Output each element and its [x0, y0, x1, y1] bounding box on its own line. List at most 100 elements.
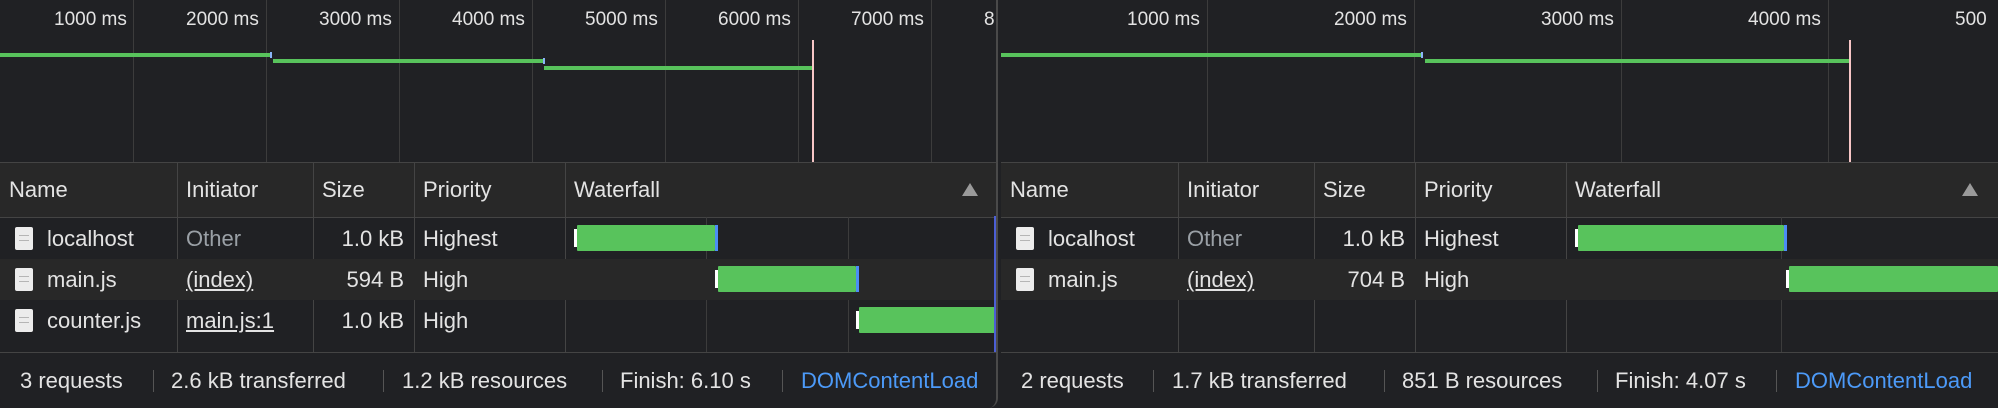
table-row[interactable]: localhost Other 1.0 kB Highest: [1001, 218, 1998, 259]
status-transferred: 1.7 kB transferred: [1172, 368, 1347, 393]
waterfall-bar-end: [1784, 225, 1787, 251]
request-name: counter.js: [47, 308, 142, 333]
table-header: Name Initiator Size Priority Waterfall: [0, 163, 996, 218]
column-header-name[interactable]: Name: [1001, 163, 1178, 217]
status-divider: [1776, 370, 1777, 392]
status-divider: [782, 370, 783, 392]
tick-line: [1621, 0, 1622, 162]
tick-line: [798, 0, 799, 162]
request-initiator-link[interactable]: (index): [177, 259, 313, 300]
request-initiator-link[interactable]: main.js:1: [177, 300, 313, 341]
request-size: 594 B: [346, 267, 405, 292]
status-bar: 3 requests 2.6 kB transferred 1.2 kB res…: [0, 352, 996, 408]
table-header: Name Initiator Size Priority Waterfall: [1001, 163, 1998, 218]
request-table: Name Initiator Size Priority Waterfall l…: [0, 162, 996, 353]
tick-label: 6000 ms: [718, 9, 791, 30]
overview-request-bar: [0, 53, 271, 57]
overview-request-bar: [544, 66, 812, 70]
tick-line: [399, 0, 400, 162]
network-panel-left: 1000 ms 2000 ms 3000 ms 4000 ms 5000 ms …: [0, 0, 998, 408]
overview-bar-cap: [543, 58, 545, 64]
column-header-priority[interactable]: Priority: [414, 163, 565, 217]
tick-label: 1000 ms: [1127, 9, 1200, 30]
table-row[interactable]: main.js (index) 704 B High: [1001, 259, 1998, 300]
tick-label: 2000 ms: [186, 9, 259, 30]
waterfall-bar[interactable]: [1578, 225, 1784, 251]
status-finish: Finish: 6.10 s: [620, 368, 751, 393]
tick-line: [532, 0, 533, 162]
tick-label: 4000 ms: [1748, 9, 1821, 30]
status-dom-content-loaded[interactable]: DOMContentLoad: [801, 353, 978, 408]
tick-label: 500: [1955, 9, 1987, 30]
column-header-name[interactable]: Name: [0, 163, 177, 217]
column-header-size[interactable]: Size: [1314, 163, 1415, 217]
request-name: main.js: [1048, 267, 1118, 292]
request-name: localhost: [47, 226, 134, 251]
waterfall-bar[interactable]: [859, 307, 996, 333]
status-resources: 851 B resources: [1402, 368, 1563, 393]
request-size: 1.0 kB: [1342, 226, 1405, 251]
dom-content-loaded-marker: [994, 216, 996, 352]
tick-line: [1207, 0, 1208, 162]
waterfall-bar-end: [856, 266, 859, 292]
overview-bar-cap: [270, 52, 272, 58]
waterfall-bar[interactable]: [1789, 266, 1998, 292]
timeline-overview[interactable]: 1000 ms 2000 ms 3000 ms 4000 ms 5000 ms …: [0, 0, 996, 162]
column-header-waterfall[interactable]: Waterfall: [565, 163, 995, 217]
status-transferred: 2.6 kB transferred: [171, 368, 346, 393]
request-table: Name Initiator Size Priority Waterfall l…: [1001, 162, 1998, 353]
status-requests: 3 requests: [20, 368, 123, 393]
table-row[interactable]: counter.js main.js:1 1.0 kB High: [0, 300, 996, 341]
request-priority: High: [423, 308, 469, 333]
overview-request-bar: [1001, 53, 1422, 57]
network-panel-right: 1000 ms 2000 ms 3000 ms 4000 ms 500 Name…: [1001, 0, 1998, 408]
status-divider: [1384, 370, 1385, 392]
request-priority: Highest: [423, 226, 498, 251]
tick-line: [133, 0, 134, 162]
status-dom-content-loaded[interactable]: DOMContentLoad: [1795, 353, 1972, 408]
sort-ascending-icon[interactable]: [1962, 183, 1978, 196]
request-size: 1.0 kB: [341, 226, 404, 251]
tick-line: [931, 0, 932, 162]
tick-line: [1828, 0, 1829, 162]
status-bar: 2 requests 1.7 kB transferred 851 B reso…: [1001, 352, 1998, 408]
tick-line: [665, 0, 666, 162]
column-header-initiator[interactable]: Initiator: [1178, 163, 1314, 217]
column-header-initiator[interactable]: Initiator: [177, 163, 313, 217]
column-header-priority[interactable]: Priority: [1415, 163, 1566, 217]
request-initiator: Other: [1187, 226, 1243, 251]
waterfall-bar[interactable]: [577, 225, 715, 251]
overview-bar-cap: [1421, 52, 1423, 58]
status-divider: [383, 370, 384, 392]
request-name: localhost: [1048, 226, 1135, 251]
tick-label: 5000 ms: [585, 9, 658, 30]
status-divider: [602, 370, 603, 392]
tick-label: 8: [984, 9, 995, 30]
overview-request-bar: [1425, 59, 1849, 63]
column-header-waterfall[interactable]: Waterfall: [1566, 163, 1996, 217]
status-resources: 1.2 kB resources: [402, 368, 568, 393]
status-divider: [1597, 370, 1598, 392]
tick-label: 3000 ms: [1541, 9, 1614, 30]
tick-label: 7000 ms: [851, 9, 924, 30]
column-header-size[interactable]: Size: [313, 163, 414, 217]
request-size: 704 B: [1347, 267, 1406, 292]
table-row[interactable]: main.js (index) 594 B High: [0, 259, 996, 300]
table-row[interactable]: localhost Other 1.0 kB Highest: [0, 218, 996, 259]
request-initiator-link[interactable]: (index): [1178, 259, 1314, 300]
tick-line: [1414, 0, 1415, 162]
tick-label: 2000 ms: [1334, 9, 1407, 30]
tick-label: 3000 ms: [319, 9, 392, 30]
waterfall-bar-end: [715, 225, 718, 251]
overview-request-bar: [273, 59, 544, 63]
request-initiator: Other: [186, 226, 242, 251]
load-event-marker: [1849, 40, 1851, 162]
request-name: main.js: [47, 267, 117, 292]
status-divider: [153, 370, 154, 392]
tick-label: 4000 ms: [452, 9, 525, 30]
request-size: 1.0 kB: [341, 308, 404, 333]
waterfall-bar[interactable]: [718, 266, 856, 292]
request-priority: Highest: [1424, 226, 1499, 251]
sort-ascending-icon[interactable]: [962, 183, 978, 196]
timeline-overview[interactable]: 1000 ms 2000 ms 3000 ms 4000 ms 500: [1001, 0, 1998, 162]
